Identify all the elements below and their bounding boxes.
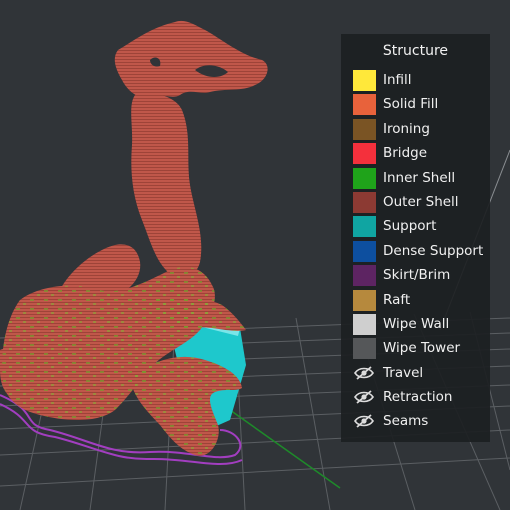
legend-item-label: Outer Shell [383,193,459,210]
color-swatch [353,167,376,189]
eye-slash-icon[interactable] [354,389,374,405]
legend-item-label: Ironing [383,120,430,137]
color-swatch [353,216,376,238]
color-swatch [353,289,376,311]
legend-item-dense-support[interactable]: Dense Support [341,240,490,264]
structure-legend-panel: Structure Infill Solid Fill Ironing Bridge I… [341,34,490,442]
color-swatch [353,313,376,335]
legend-item-infill[interactable]: Infill [341,69,490,93]
legend-item-label: Bridge [383,145,428,162]
legend-item-ironing[interactable]: Ironing [341,118,490,142]
legend-item-inner-shell[interactable]: Inner Shell [341,167,490,191]
legend-item-label: Seams [383,413,429,430]
legend-item-skirt-brim[interactable]: Skirt/Brim [341,264,490,288]
legend-item-wipe-wall[interactable]: Wipe Wall [341,313,490,337]
legend-item-label: Dense Support [383,242,484,259]
legend-item-retraction[interactable]: Retraction [341,386,490,410]
legend-item-solid-fill[interactable]: Solid Fill [341,93,490,117]
color-swatch [353,240,376,262]
color-swatch [353,338,376,360]
legend-item-support[interactable]: Support [341,215,490,239]
legend-item-bridge[interactable]: Bridge [341,142,490,166]
legend-list: Infill Solid Fill Ironing Bridge Inner Shell… [341,69,490,435]
legend-item-travel[interactable]: Travel [341,362,490,386]
legend-item-label: Raft [383,291,411,308]
legend-item-label: Solid Fill [383,96,439,113]
eye-slash-icon[interactable] [354,413,374,429]
y-axis-line [229,409,341,489]
legend-item-label: Support [383,218,437,235]
color-swatch [353,143,376,165]
legend-item-raft[interactable]: Raft [341,289,490,313]
color-swatch [353,70,376,91]
legend-item-label: Wipe Tower [383,340,461,357]
color-swatch [353,265,376,287]
eye-slash-icon[interactable] [354,365,374,381]
legend-item-outer-shell[interactable]: Outer Shell [341,191,490,215]
color-swatch [353,118,376,140]
legend-item-label: Retraction [383,389,453,406]
legend-item-seams[interactable]: Seams [341,410,490,434]
legend-item-label: Infill [383,72,412,88]
legend-item-wipe-tower[interactable]: Wipe Tower [341,337,490,361]
legend-item-label: Wipe Wall [383,315,450,332]
legend-item-label: Inner Shell [383,169,456,186]
color-swatch [353,94,376,116]
legend-item-label: Travel [383,364,424,381]
3d-preview-viewport[interactable]: Structure Infill Solid Fill Ironing Bridge I… [0,0,510,510]
color-swatch [353,191,376,213]
legend-item-label: Skirt/Brim [383,267,451,284]
legend-title: Structure [382,43,449,59]
